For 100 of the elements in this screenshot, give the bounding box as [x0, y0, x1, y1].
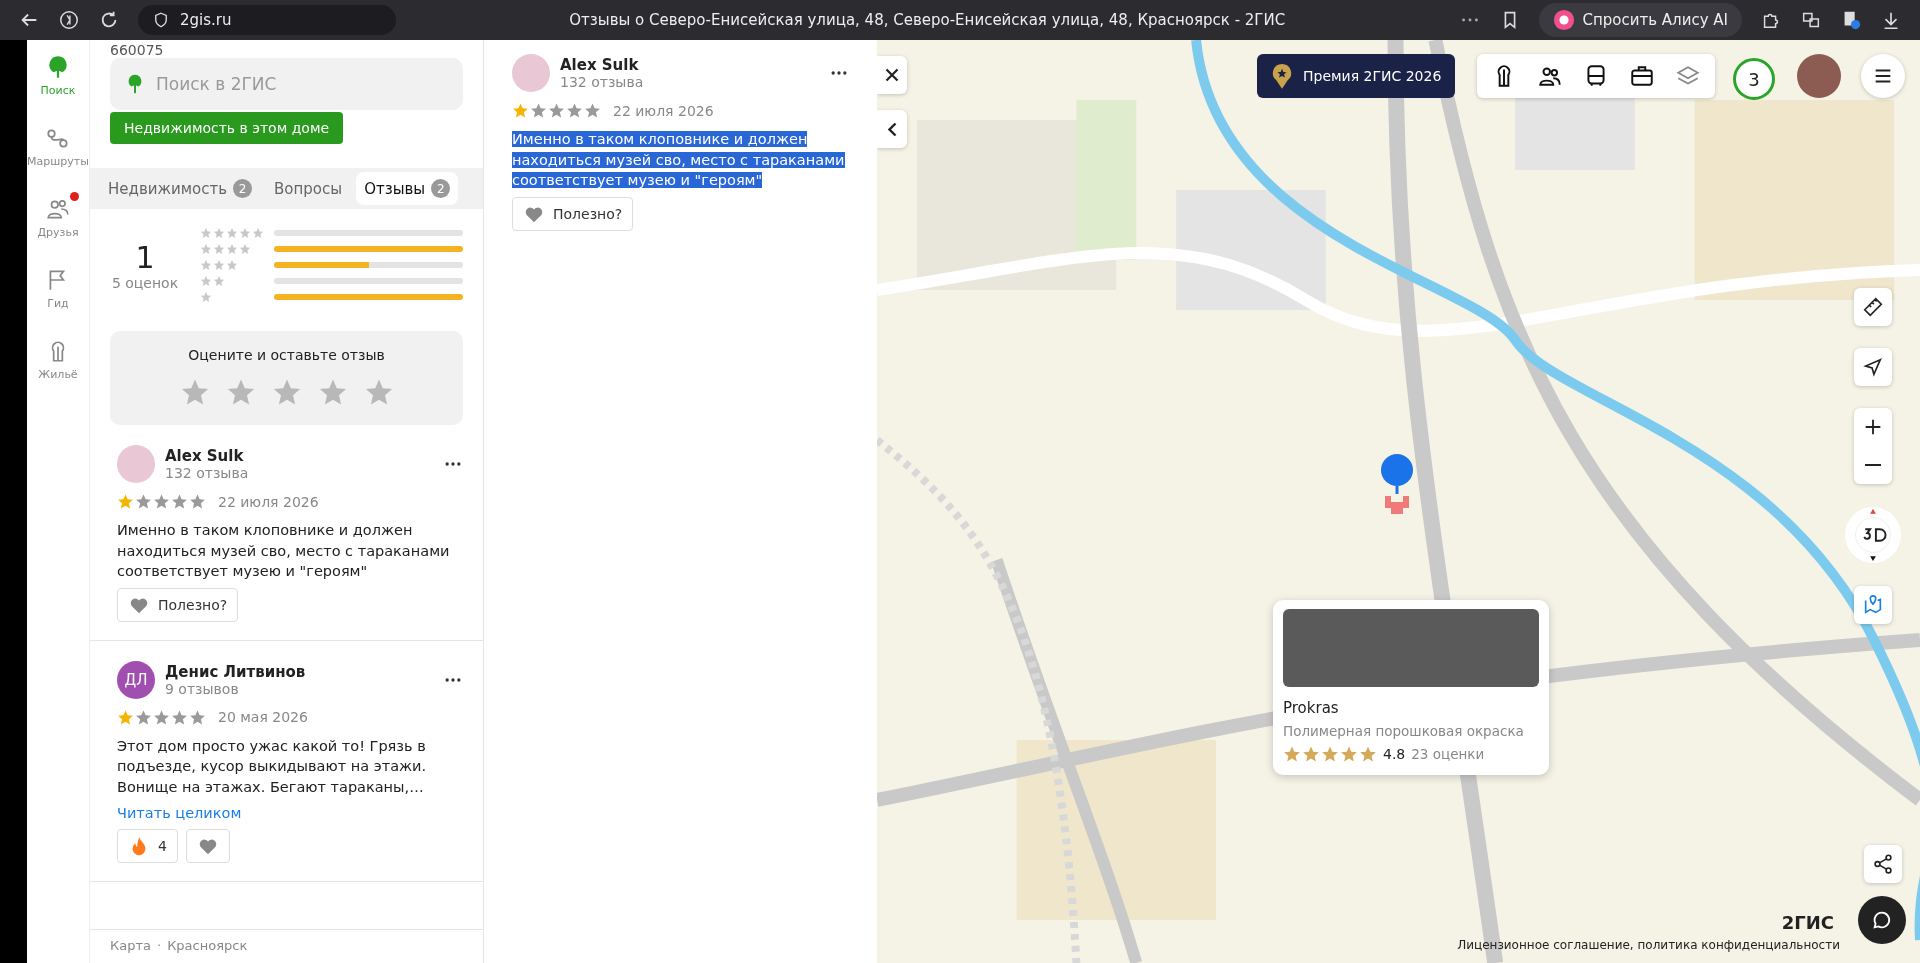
star-icon: [252, 227, 264, 239]
star-icon: [153, 708, 170, 726]
postcode-text: 660075: [110, 42, 165, 58]
star-icon: [239, 227, 251, 239]
star-icon: [530, 102, 547, 119]
shield-icon: [152, 11, 170, 29]
medal-icon: [1271, 62, 1293, 90]
fire-reaction-button[interactable]: 4: [117, 829, 178, 864]
star-icon: [239, 243, 251, 255]
author-name[interactable]: Alex Sulk: [560, 56, 819, 74]
nav-item[interactable]: Жильё: [38, 338, 78, 381]
locate-button[interactable]: [1854, 348, 1892, 386]
avatar-photo-placeholder: [117, 445, 155, 483]
helpful-button[interactable]: Полезно?: [117, 587, 239, 622]
nav-item[interactable]: Друзья: [37, 196, 79, 239]
real-estate-button[interactable]: Недвижимость в этом доме: [110, 112, 344, 144]
star-icon: [213, 275, 225, 287]
share-icon: [1872, 853, 1894, 875]
place-card[interactable]: Prokras Полимерная порошковая окраска 4.8 23 оценки: [1273, 600, 1549, 775]
url-text: 2gis.ru: [180, 11, 232, 29]
star-icon: [200, 243, 212, 255]
share-button[interactable]: [1864, 845, 1902, 883]
star-icon: [1283, 745, 1301, 763]
footer-link[interactable]: Красноярск: [167, 938, 248, 953]
star-icon: [117, 493, 134, 510]
star-icon: [171, 708, 188, 726]
tab[interactable]: Недвижимость 2: [100, 172, 261, 205]
star-icon: [189, 708, 206, 726]
page-title: Отзывы о Северо-Енисейская улица, 48, Северо-Енисейская улица, 48, Красноярск - 2ГИС: [568, 11, 1287, 29]
assistant-icon: [1552, 9, 1575, 31]
ruler-icon: [1862, 296, 1884, 318]
star-icon: [1302, 745, 1320, 763]
logo: 2ГИС: [1781, 912, 1834, 933]
avatar-photo-placeholder: [512, 54, 550, 92]
star-icon: [226, 227, 238, 239]
star-icon: [117, 708, 134, 726]
star-icon: [226, 243, 238, 255]
tab[interactable]: Отзывы 2: [356, 172, 459, 205]
star-icon: [200, 259, 212, 271]
like-button[interactable]: [185, 829, 230, 864]
star-icon: [548, 102, 565, 119]
star-icon: [226, 259, 238, 271]
search-field[interactable]: Поиск в 2ГИС: [110, 58, 463, 110]
review-text: Именно в таком клоповнике и должен находиться музей сво, место с тараканами соответствует музею и "героям": [512, 130, 846, 191]
reviews-count: 9 отзывов: [165, 680, 240, 697]
star-icon: [135, 708, 152, 726]
compass-3d-icon[interactable]: [1844, 506, 1902, 564]
star-icon: [153, 493, 170, 510]
footer-link[interactable]: Карта: [110, 938, 151, 953]
read-more-link[interactable]: Читать целиком: [117, 805, 242, 822]
author-name[interactable]: Денис Литвинов: [165, 662, 433, 681]
map-layers-button[interactable]: [1854, 586, 1892, 624]
address-bar[interactable]: 2gis.ru: [138, 5, 396, 35]
reviews-count: 132 отзыва: [560, 74, 645, 90]
star-icon: [200, 291, 212, 303]
map-icon: [1862, 594, 1884, 616]
nav-item[interactable]: Гид: [45, 267, 71, 310]
helpful-button[interactable]: Полезно?: [512, 196, 634, 231]
briefcase-icon[interactable]: [1629, 63, 1655, 89]
star-icon: [189, 493, 206, 510]
minus-icon: [1864, 464, 1882, 466]
star-icon: [1340, 745, 1358, 763]
star-icon: [213, 243, 225, 255]
review-text: Именно в таком клоповнике и должен находиться музей сво, место с тараканами соответствует музею и "героям": [117, 521, 451, 582]
tab[interactable]: Вопросы: [266, 172, 351, 205]
chevron-left-icon: [887, 121, 897, 137]
collapse-button[interactable]: [877, 110, 907, 148]
star-icon: [171, 493, 188, 510]
star-icon: [566, 102, 583, 119]
ruler-button[interactable]: [1854, 288, 1892, 326]
reviews-count: 132 отзыва: [165, 465, 250, 481]
star-icon: [1359, 745, 1377, 763]
review-date: 22 июля 2026: [218, 493, 319, 510]
close-button[interactable]: [877, 56, 907, 94]
browser-logo-icon[interactable]: [58, 9, 80, 31]
star-icon: [213, 227, 225, 239]
license-link[interactable]: Лицензионное соглашение, политика конфиденциальности: [1457, 938, 1840, 952]
star-icon: [200, 275, 212, 287]
ratings-count: 23 оценки: [1411, 746, 1485, 762]
rating-value: 4.8: [1383, 746, 1406, 762]
place-category: Полимерная порошковая окраска: [1283, 723, 1525, 739]
star-icon: [512, 102, 529, 119]
ratings-count: 5 оценок: [111, 274, 179, 291]
review-date: 22 июля 2026: [613, 102, 714, 119]
nav-item[interactable]: Маршруты: [27, 125, 89, 168]
star-icon: [584, 102, 601, 119]
assistant-button[interactable]: Спросить Алису AI: [1538, 3, 1742, 37]
arrow-pointer-icon: [1862, 356, 1884, 378]
review-text: Этот дом просто ужас какой то! Грязь в подъезде, кусор выкидывают на этажи. Вонище на этажах. Бегают тараканы,…: [117, 736, 428, 797]
author-name[interactable]: Alex Sulk: [165, 447, 433, 465]
star-icon: [213, 259, 225, 271]
star-icon: [1321, 745, 1339, 763]
place-name: Prokras: [1283, 699, 1340, 717]
avatar: ДЛ: [117, 660, 155, 699]
rate-prompt: Оцените и оставьте отзыв: [188, 347, 385, 363]
award-button[interactable]: Премия 2ГИС 2026: [1257, 54, 1456, 98]
chat-bubble-icon: [1871, 909, 1893, 931]
average-rating: 1: [135, 239, 155, 275]
review-date: 20 мая 2026: [218, 709, 308, 726]
star-icon: [200, 227, 212, 239]
